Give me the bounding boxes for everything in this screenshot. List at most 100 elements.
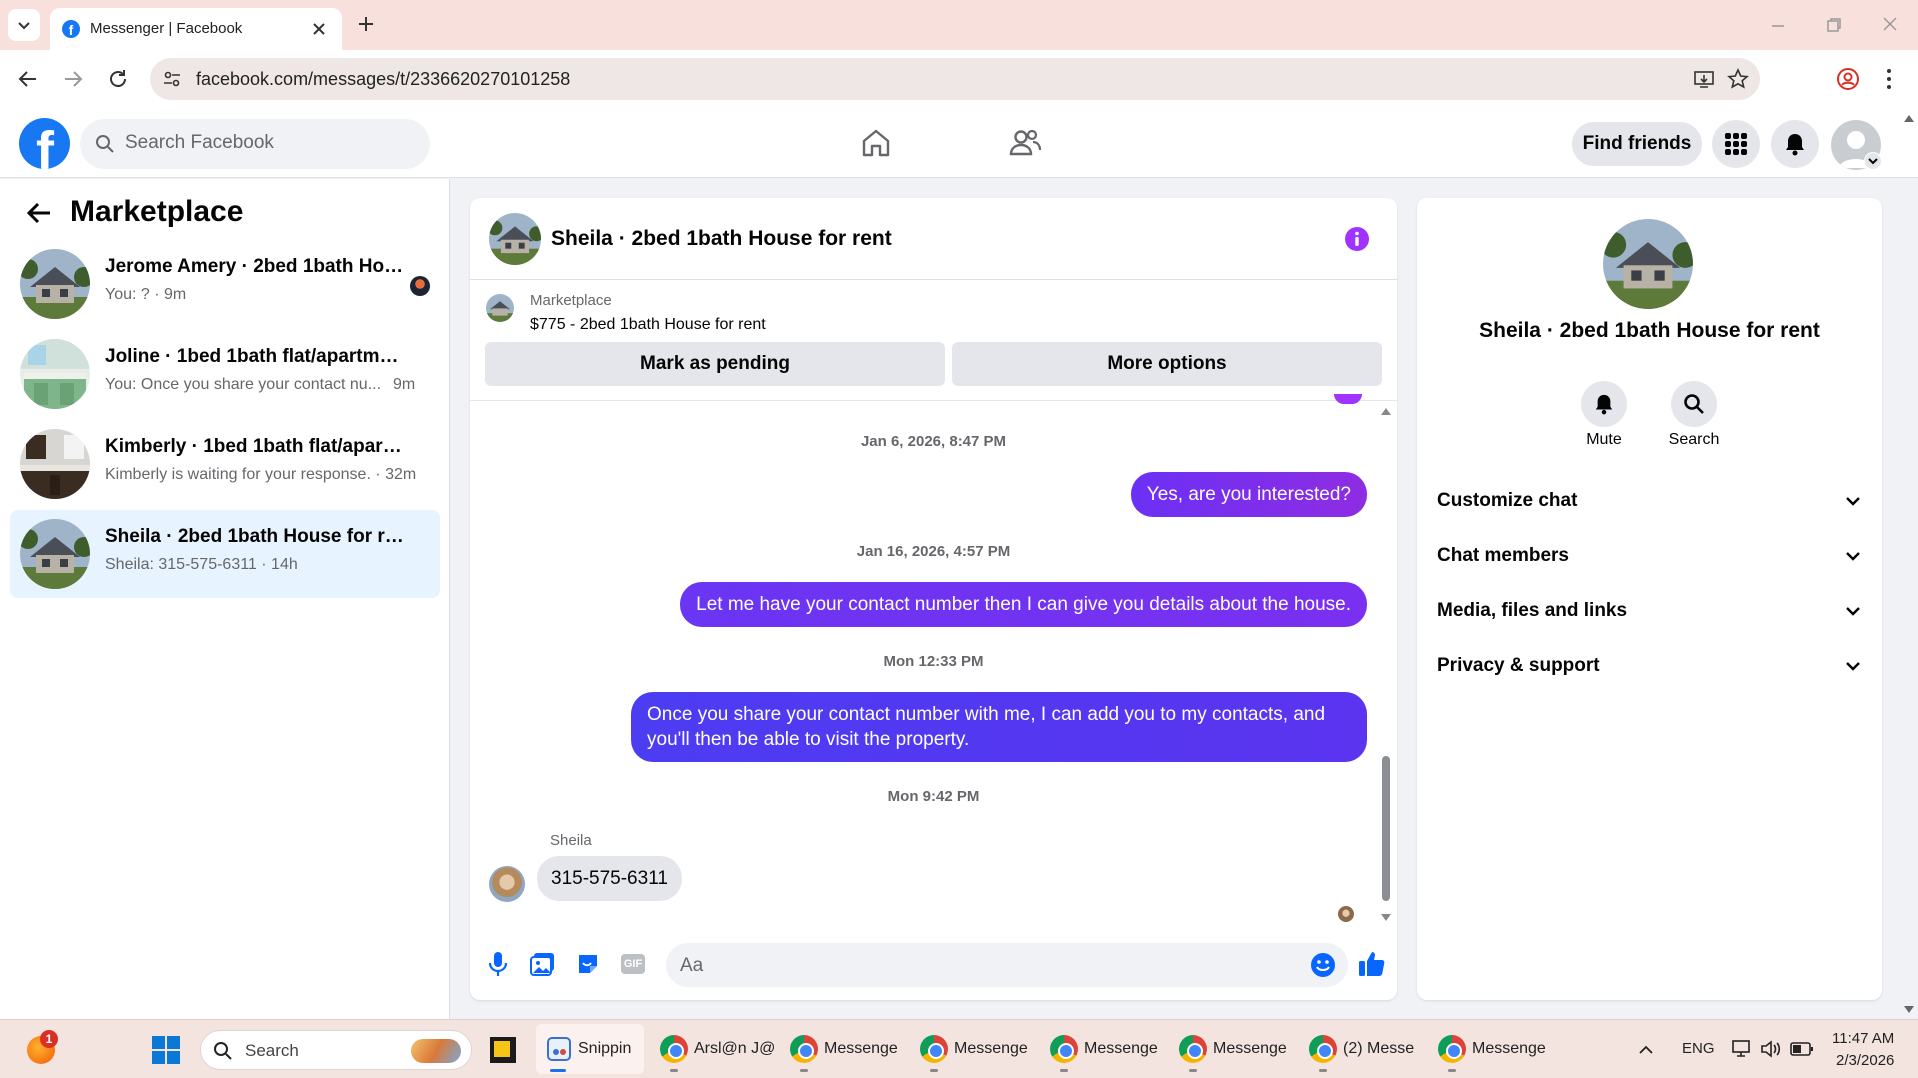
message-timestamp: Mon 9:42 PM [887, 788, 980, 805]
sender-avatar[interactable] [489, 866, 525, 902]
minimize-icon[interactable] [1770, 18, 1786, 34]
browser-tab[interactable]: f Messenger | Facebook [50, 8, 342, 50]
page-scroll-up-icon[interactable] [1903, 113, 1915, 123]
clock-time[interactable]: 11:47 AM [1832, 1030, 1894, 1047]
mark-as-pending-button[interactable]: Mark as pending [485, 342, 945, 386]
media-files-links-row[interactable]: Media, files and links [1437, 591, 1862, 631]
listing-title[interactable]: $775 - 2bed 1bath House for rent [530, 316, 766, 334]
chat-members-row[interactable]: Chat members [1437, 536, 1862, 576]
facebook-search-input[interactable]: Search Facebook [80, 119, 430, 169]
home-icon[interactable] [860, 127, 892, 159]
account-chevron-icon[interactable] [1864, 152, 1882, 170]
reload-icon[interactable] [107, 68, 129, 90]
conversation-item[interactable]: Jerome Amery · 2bed 1bath Hou... You: ? … [10, 240, 440, 328]
thumbs-up-icon[interactable] [1358, 950, 1386, 978]
taskbar-app-chrome[interactable]: Messenge [920, 1024, 1028, 1074]
app-label: Messenge [954, 1040, 1028, 1057]
photo-icon[interactable] [530, 952, 556, 976]
scroll-up-icon[interactable] [1380, 406, 1392, 416]
taskbar-app-chrome[interactable]: Messenge [790, 1024, 898, 1074]
chrome-icon [1050, 1035, 1078, 1063]
taskbar-search-placeholder: Search [245, 1041, 299, 1060]
chat-header-avatar[interactable] [489, 213, 541, 265]
sticker-icon[interactable] [576, 952, 600, 976]
outgoing-message[interactable]: Let me have your contact number then I c… [680, 582, 1367, 627]
sticky-notes-icon[interactable] [490, 1037, 516, 1063]
chat-header-title[interactable]: Sheila · 2bed 1bath House for rent [551, 227, 892, 251]
chrome-icon [920, 1035, 948, 1063]
mark-as-pending-label: Mark as pending [640, 353, 790, 374]
close-window-icon[interactable] [1882, 16, 1898, 32]
clock-date[interactable]: 2/3/2026 [1836, 1052, 1894, 1069]
friends-icon[interactable] [1008, 127, 1042, 159]
new-tab-icon[interactable] [356, 14, 376, 34]
profile-icon[interactable] [1836, 67, 1860, 91]
back-icon[interactable] [17, 68, 39, 90]
page-scroll-down-icon[interactable] [1903, 1005, 1915, 1015]
outgoing-message[interactable]: Once you share your contact number with … [631, 692, 1367, 762]
taskbar-app-chrome[interactable]: (2) Messe [1309, 1024, 1414, 1074]
app-label: Messenge [824, 1040, 898, 1057]
chevron-down-icon [1846, 662, 1860, 671]
conversation-title: Joline · 1bed 1bath flat/apartment [105, 346, 405, 367]
conversation-item-active[interactable]: Sheila · 2bed 1bath House for rent Sheil… [10, 510, 440, 598]
forward-icon[interactable] [62, 68, 84, 90]
section-label: Chat members [1437, 545, 1569, 566]
conversation-info-panel: Sheila · 2bed 1bath House for rent Mute … [1417, 198, 1882, 1000]
network-icon[interactable] [1731, 1039, 1753, 1059]
tab-search-button[interactable] [8, 9, 40, 41]
more-options-button[interactable]: More options [952, 342, 1382, 386]
windows-start-icon[interactable] [152, 1036, 180, 1064]
language-indicator[interactable]: ENG [1682, 1040, 1715, 1057]
back-arrow-icon[interactable] [26, 201, 52, 225]
address-bar[interactable]: facebook.com/messages/t/2336620270101258 [150, 58, 1760, 100]
conversation-item[interactable]: Joline · 1bed 1bath flat/apartment You: … [10, 330, 440, 418]
menu-grid-button[interactable] [1712, 120, 1760, 168]
outgoing-message[interactable]: Yes, are you interested? [1130, 472, 1367, 517]
search-conversation-button[interactable] [1671, 381, 1717, 427]
privacy-support-row[interactable]: Privacy & support [1437, 646, 1862, 686]
conversation-time: 9m [393, 376, 416, 393]
chrome-icon [1438, 1035, 1466, 1063]
scrollbar-thumb[interactable] [1382, 756, 1390, 901]
listing-thumbnail [20, 339, 90, 409]
facebook-favicon-icon: f [62, 20, 80, 38]
mute-button[interactable] [1581, 381, 1627, 427]
taskbar-app-chrome[interactable]: Messenge [1050, 1024, 1158, 1074]
volume-icon[interactable] [1760, 1039, 1782, 1059]
find-friends-button[interactable]: Find friends [1572, 122, 1702, 166]
taskbar-app-snipping[interactable]: Snippin [536, 1024, 644, 1074]
listing-thumbnail [20, 249, 90, 319]
bookmark-star-icon[interactable] [1727, 68, 1749, 90]
listing-source: Marketplace [530, 292, 612, 309]
message-timestamp: Mon 12:33 PM [883, 653, 984, 670]
taskbar-app-chrome[interactable]: Arsl@n J@ [660, 1024, 775, 1074]
taskbar-app-chrome[interactable]: Messenge [1179, 1024, 1287, 1074]
message-timestamp: Jan 6, 2026, 8:47 PM [860, 433, 1007, 450]
section-label: Customize chat [1437, 490, 1578, 511]
taskbar-app-chrome[interactable]: Messenge [1438, 1024, 1546, 1074]
customize-chat-row[interactable]: Customize chat [1437, 481, 1862, 521]
incoming-message[interactable]: 315-575-6311 [537, 856, 682, 901]
notifications-button[interactable] [1771, 120, 1819, 168]
battery-icon[interactable] [1790, 1041, 1814, 1057]
emoji-icon[interactable] [1310, 952, 1336, 978]
url-text[interactable]: facebook.com/messages/t/2336620270101258 [196, 69, 570, 90]
install-app-icon[interactable] [1693, 68, 1715, 90]
show-hidden-icons-icon[interactable] [1638, 1043, 1654, 1055]
scroll-down-icon[interactable] [1380, 913, 1392, 923]
facebook-logo-icon[interactable]: f [19, 118, 70, 169]
close-tab-icon[interactable] [312, 22, 326, 36]
restore-icon[interactable] [1826, 17, 1842, 33]
bell-icon [1595, 394, 1613, 415]
conversation-item[interactable]: Kimberly · 1bed 1bath flat/apartme... Ki… [10, 420, 440, 508]
microphone-icon[interactable] [488, 951, 508, 977]
message-input[interactable]: Aa [666, 943, 1348, 987]
gif-button[interactable]: GIF [621, 954, 645, 974]
app-label: Snippin [578, 1040, 632, 1057]
conversation-subtitle: You: Once you share your contact nu... [105, 376, 382, 393]
info-icon[interactable] [1344, 226, 1370, 252]
taskbar-search[interactable]: Search [200, 1030, 472, 1070]
site-settings-icon[interactable] [162, 69, 182, 89]
browser-menu-icon[interactable] [1884, 67, 1894, 91]
